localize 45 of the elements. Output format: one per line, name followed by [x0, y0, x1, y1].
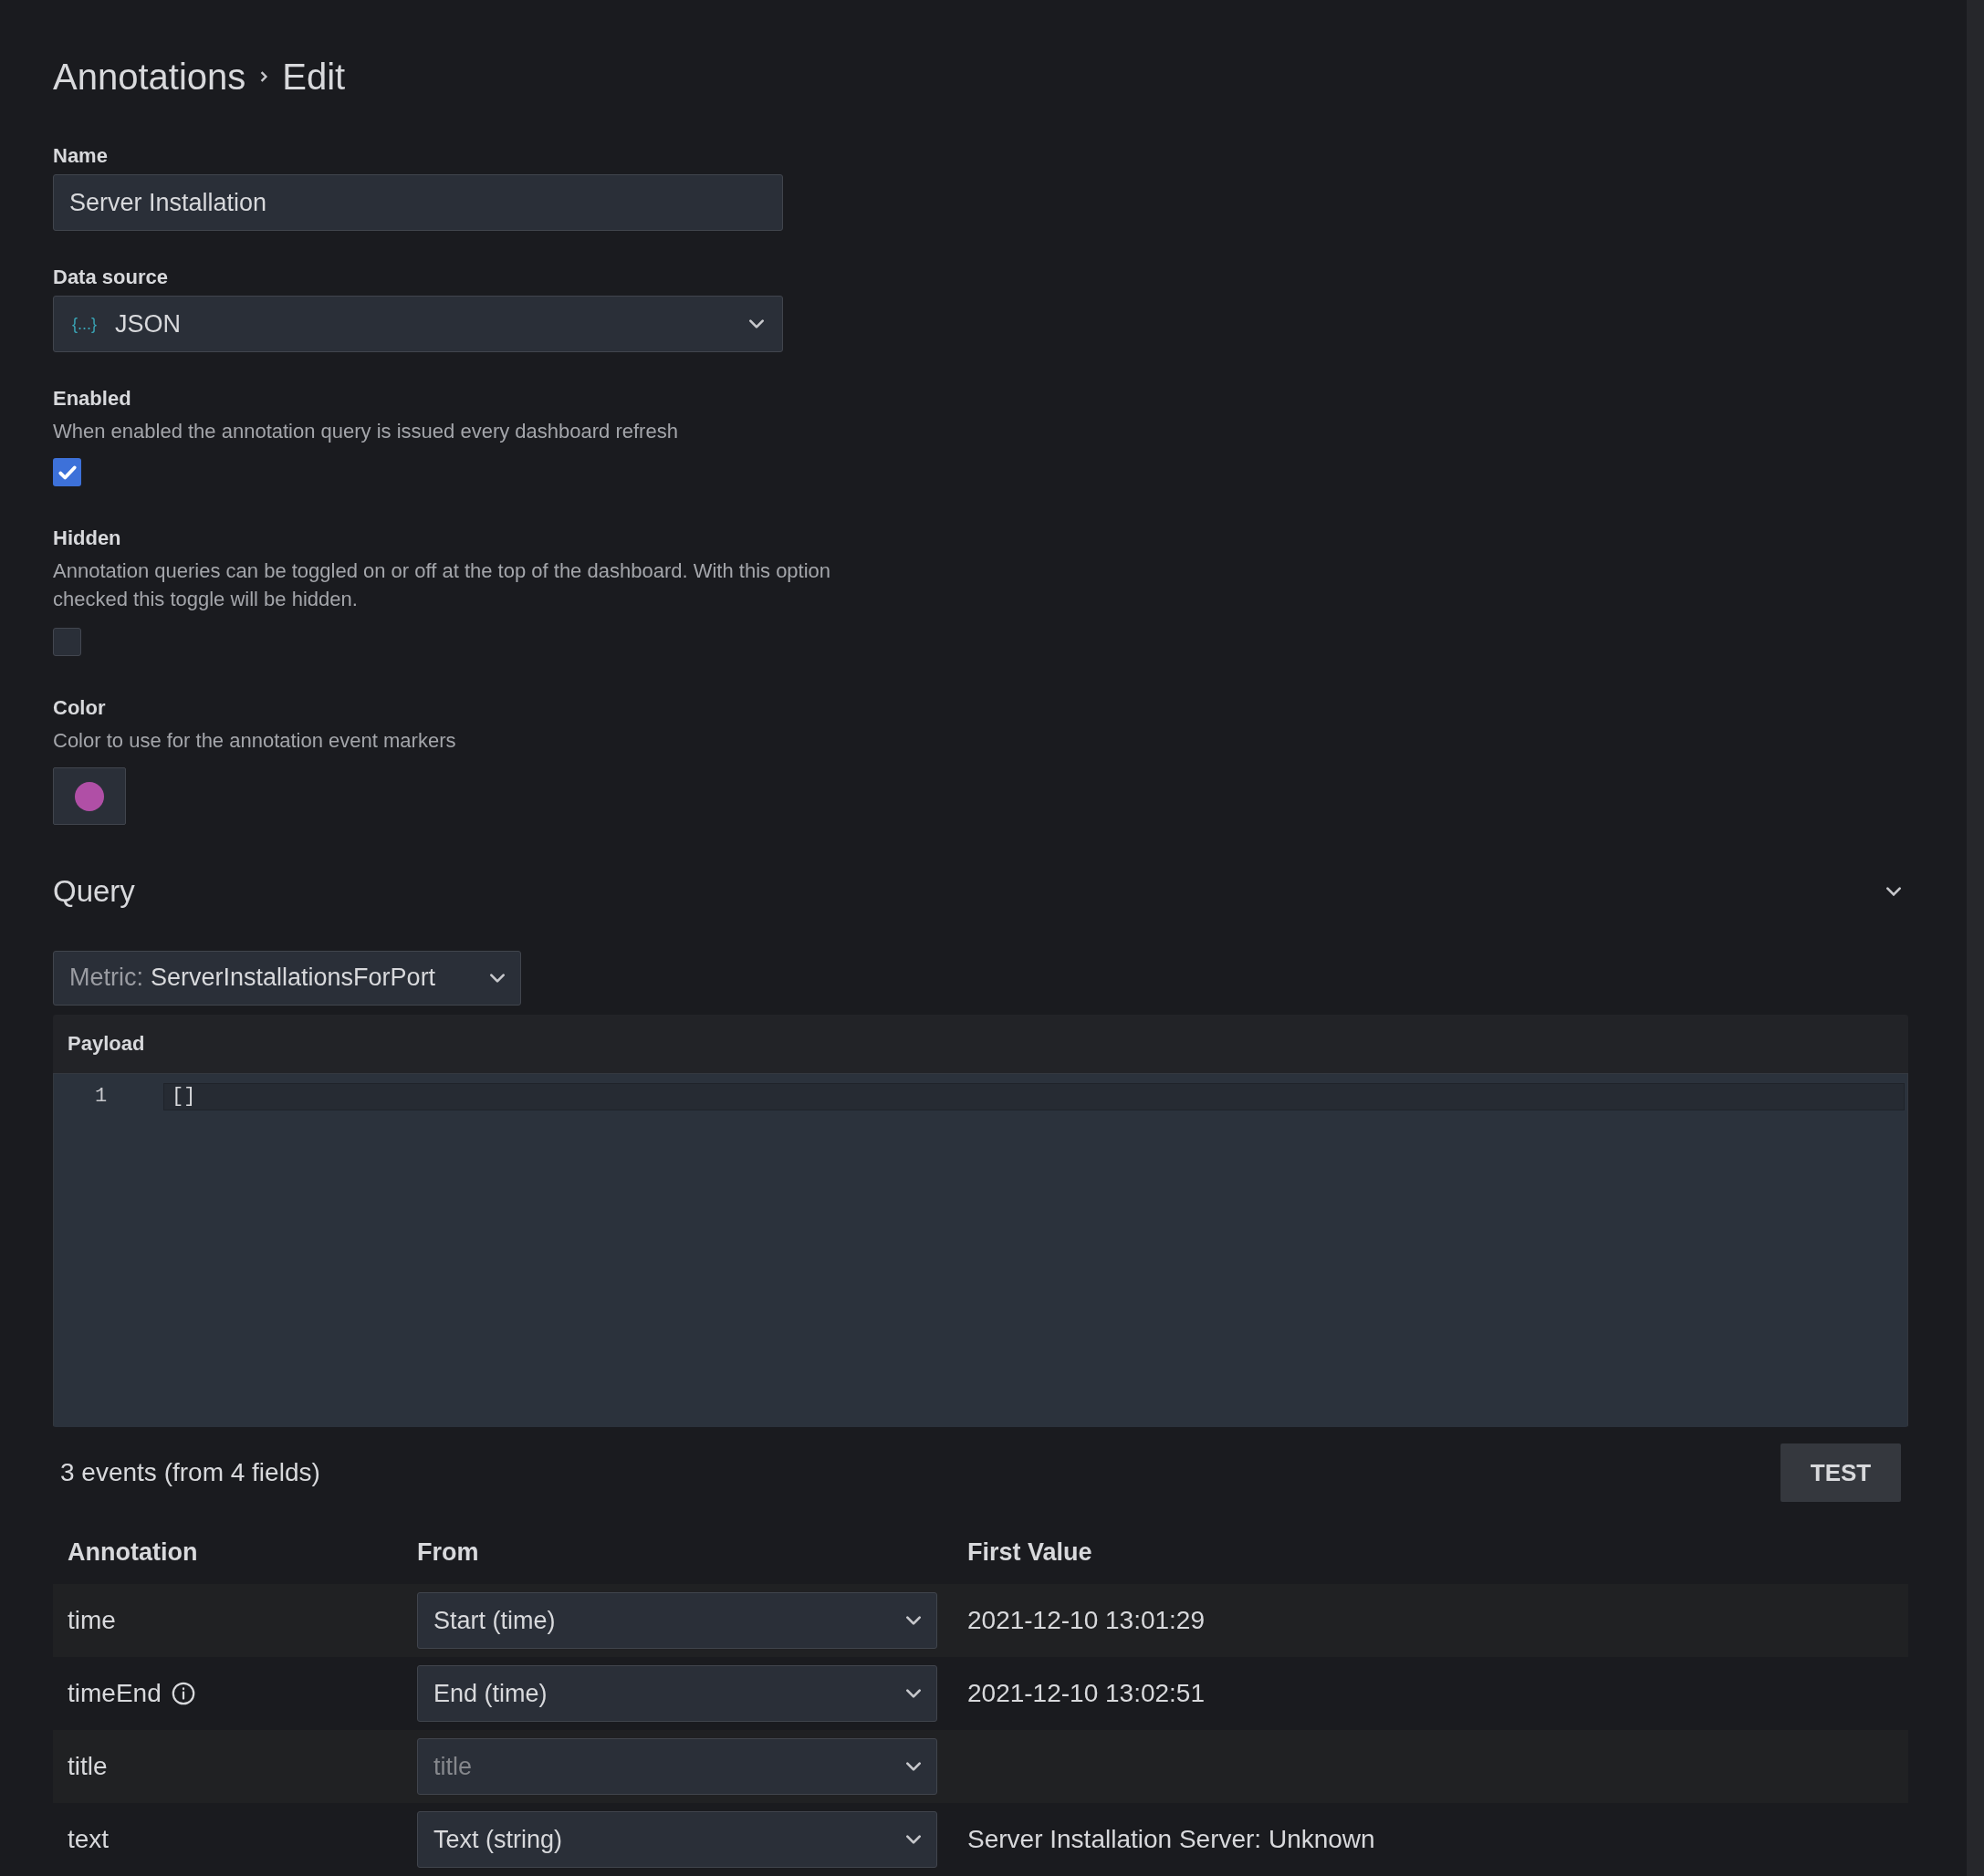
- table-cell-text: 2021-12-10 13:01:29: [967, 1605, 1205, 1636]
- line-number: 1: [94, 1084, 109, 1110]
- table-cell-text: Server Installation Server: Unknown: [967, 1824, 1375, 1855]
- payload-label: Payload: [68, 1031, 145, 1058]
- collapse-toggle[interactable]: [1886, 886, 1901, 896]
- field-label: Hidden: [53, 526, 122, 551]
- chevron-down-icon: [906, 1762, 921, 1771]
- column-header: First Value: [967, 1537, 1092, 1568]
- column-header: Annotation: [67, 1537, 199, 1568]
- name-field[interactable]: Server Installation: [53, 174, 783, 231]
- field-select[interactable]: Start (time): [417, 1592, 937, 1649]
- section-title: Query: [53, 873, 135, 910]
- table-cell-text: title: [68, 1751, 108, 1782]
- breadcrumb-link[interactable]: Annotations: [53, 49, 246, 104]
- chevron-down-icon: [490, 973, 505, 983]
- field-label: Name: [53, 143, 109, 169]
- field-label: Enabled: [53, 386, 132, 412]
- checkbox[interactable]: [53, 628, 81, 656]
- column-header: From: [417, 1537, 480, 1568]
- field-description: When enabled the annotation query is issued every dashboard refresh: [53, 419, 679, 444]
- code-editor[interactable]: 1 []: [53, 1072, 1908, 1427]
- chevron-icon: [1886, 886, 1901, 896]
- chevron-down-icon: [906, 1689, 921, 1698]
- page-title: Edit: [282, 56, 346, 99]
- data-source-icon: {...}: [72, 311, 98, 337]
- chevron-down-icon: [906, 1835, 921, 1844]
- field-select[interactable]: End (time): [417, 1665, 937, 1722]
- table-cell-text: time: [68, 1605, 116, 1636]
- color-picker[interactable]: [53, 767, 126, 825]
- table-cell-text: 2021-12-10 13:02:51: [967, 1678, 1205, 1709]
- events-summary: 3 events (from 4 fields): [60, 1457, 320, 1488]
- field-label: Color: [53, 695, 107, 721]
- chevron-down-icon: [749, 319, 764, 328]
- table-cell-text: timeEnd: [68, 1678, 162, 1709]
- field-description: Color to use for the annotation event markers: [53, 728, 457, 754]
- field-description: Annotation queries can be toggled on or off at the top of the dashboard. With this option checked this toggle will be hidden.: [53, 558, 832, 612]
- metric-select[interactable]: Metric: ServerInstallationsForPort: [53, 950, 521, 1006]
- table-cell-text: text: [68, 1824, 110, 1855]
- checkbox[interactable]: [53, 458, 81, 486]
- field-select[interactable]: Text (string): [417, 1811, 937, 1868]
- field-select[interactable]: title: [417, 1738, 937, 1795]
- data-source-select[interactable]: {...} JSON: [53, 296, 783, 352]
- field-label: Data source: [53, 265, 169, 290]
- chevron-down-icon: [906, 1616, 921, 1625]
- test-button[interactable]: TEST: [1780, 1443, 1901, 1502]
